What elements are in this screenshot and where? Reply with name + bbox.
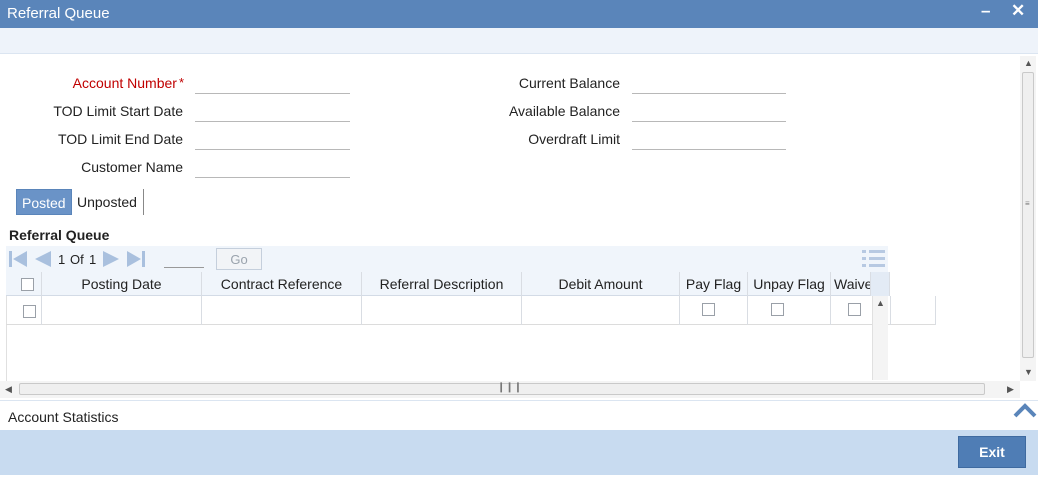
last-page-icon[interactable]	[126, 250, 145, 268]
scroll-left-icon[interactable]: ◀	[5, 384, 12, 395]
current-balance-label: Current Balance	[518, 75, 620, 91]
column-settings-icon[interactable]	[861, 248, 885, 267]
current-page: 1	[58, 252, 66, 267]
scroll-down-icon[interactable]: ▼	[1024, 367, 1033, 377]
horizontal-scroll-thumb[interactable]: ❙❙❙	[19, 382, 985, 395]
debit-amount-cell	[522, 296, 680, 325]
column-header[interactable]: Pay Flag	[680, 272, 748, 296]
select-all-cell	[6, 272, 42, 296]
contract-reference-cell	[202, 296, 362, 325]
current-balance-field[interactable]	[632, 72, 786, 94]
total-pages: 1	[89, 252, 97, 267]
available-balance-field[interactable]	[632, 100, 786, 122]
column-header[interactable]: Contract Reference	[202, 272, 362, 296]
page-vertical-scrollbar[interactable]: ▲ ≡ ▼	[1020, 56, 1036, 381]
tod-start-date-label: TOD Limit Start Date	[53, 103, 183, 119]
customer-name-field[interactable]	[195, 156, 350, 178]
referral-queue-title: Referral Queue	[9, 227, 110, 243]
horizontal-scrollbar[interactable]: ◀ ❙❙❙ ▶	[0, 381, 1020, 398]
next-page-icon[interactable]	[102, 250, 120, 268]
bottom-margin	[0, 475, 1038, 483]
first-page-icon[interactable]	[8, 250, 27, 268]
pay-flag-cell	[680, 296, 748, 325]
customer-name-label: Customer Name	[81, 159, 183, 175]
close-button[interactable]: ✕	[1011, 1, 1025, 21]
extra-cell	[890, 296, 936, 325]
page-of-label: Of	[70, 252, 84, 267]
title-bar: Referral Queue – ✕	[0, 0, 1038, 28]
grip-icon: ❙❙❙	[497, 382, 523, 393]
column-header[interactable]: Debit Amount	[522, 272, 680, 296]
referral-description-cell	[362, 296, 522, 325]
scroll-right-icon[interactable]: ▶	[1007, 384, 1014, 395]
footer-bar: Exit	[0, 430, 1038, 475]
required-marker: *	[178, 75, 184, 90]
overdraft-limit-field[interactable]	[632, 128, 786, 150]
account-statistics-bar[interactable]: Account Statistics	[0, 400, 1038, 430]
minimize-button[interactable]: –	[981, 1, 990, 21]
exit-button[interactable]: Exit	[958, 436, 1026, 468]
posting-date-cell	[42, 296, 202, 325]
grid-scroll-up-icon[interactable]: ▲	[876, 298, 885, 308]
table-row[interactable]	[6, 296, 936, 325]
scroll-up-icon[interactable]: ▲	[1024, 58, 1033, 68]
toolbar-strip	[0, 28, 1038, 54]
row-checkbox[interactable]	[23, 305, 36, 318]
tod-end-date-label: TOD Limit End Date	[57, 131, 183, 147]
previous-page-icon[interactable]	[32, 250, 51, 268]
account-number-label: Account Number *	[72, 75, 184, 91]
tab-posted[interactable]: Posted	[16, 189, 72, 215]
row-select-cell	[6, 296, 42, 325]
overdraft-limit-label: Overdraft Limit	[528, 131, 620, 147]
vertical-scroll-thumb[interactable]: ≡	[1022, 72, 1034, 358]
waive-checkbox[interactable]	[848, 303, 861, 316]
select-all-checkbox[interactable]	[21, 278, 34, 291]
available-balance-label: Available Balance	[508, 103, 620, 119]
account-number-field[interactable]	[195, 72, 350, 94]
column-header[interactable]: Referral Description	[362, 272, 522, 296]
account-statistics-label: Account Statistics	[8, 409, 119, 425]
pay-flag-checkbox[interactable]	[702, 303, 715, 316]
unpay-flag-cell	[748, 296, 831, 325]
column-header[interactable]: Unpay Flag	[748, 272, 831, 296]
column-header[interactable]: Waive	[831, 272, 871, 296]
page-number-input[interactable]	[164, 250, 204, 268]
go-button[interactable]: Go	[216, 248, 262, 270]
header-scroll-spacer	[871, 272, 890, 296]
grid-vertical-scrollbar[interactable]: ▲	[872, 296, 888, 380]
waive-cell	[831, 296, 873, 325]
column-header[interactable]: Posting Date	[42, 272, 202, 296]
grip-icon: ≡	[1025, 199, 1030, 208]
grid-header: Posting Date Contract Reference Referral…	[6, 272, 890, 296]
tab-unposted[interactable]: Unposted	[72, 189, 144, 215]
tod-end-date-field[interactable]	[195, 128, 350, 150]
window-title: Referral Queue	[7, 5, 110, 22]
unpay-flag-checkbox[interactable]	[771, 303, 784, 316]
chevron-up-icon[interactable]	[1012, 401, 1038, 422]
pager-bar: 1 Of 1 Go	[6, 246, 888, 272]
tod-start-date-field[interactable]	[195, 100, 350, 122]
